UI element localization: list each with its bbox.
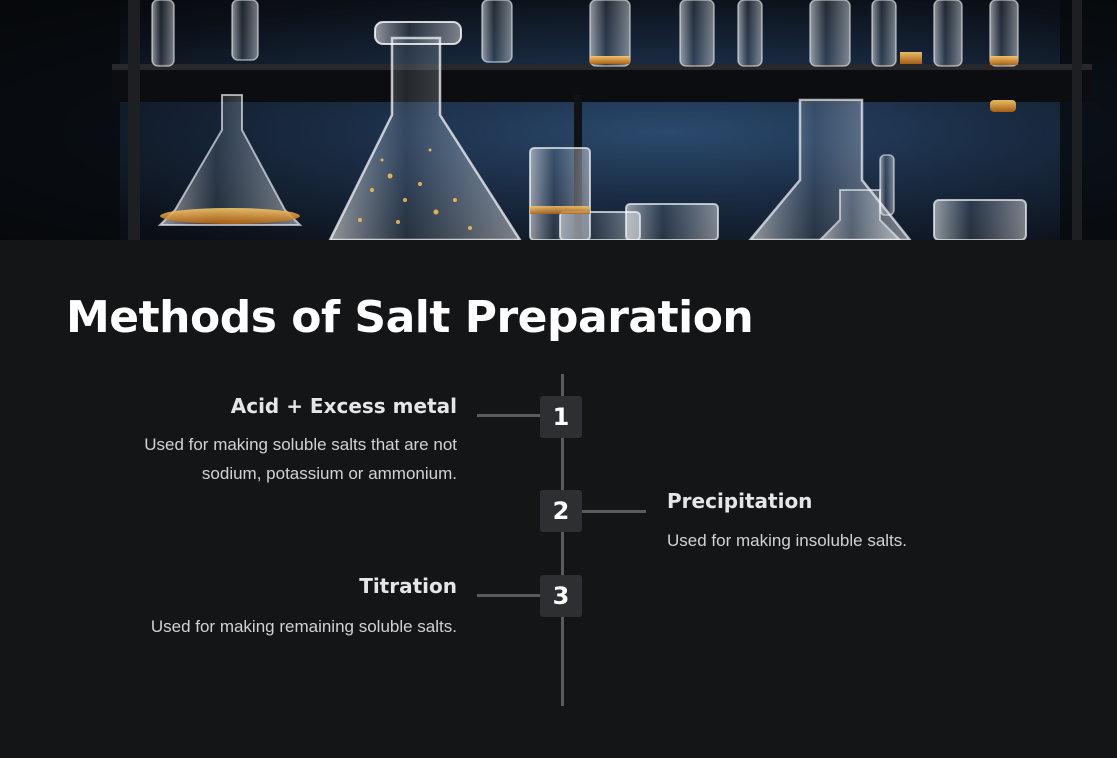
step-description: Used for making insoluble salts. [667,531,908,550]
step-number-badge: 2 [540,490,582,532]
step-connector [477,414,541,417]
step-connector [582,510,646,513]
step-description: Used for making remaining soluble salts. [150,617,457,636]
step-connector [477,594,541,597]
hero-image [0,0,1117,240]
step-description: Used for making soluble salts that are n… [144,435,457,483]
page-title: Methods of Salt Preparation [66,292,754,343]
step-number-badge: 3 [540,575,582,617]
step-number-badge: 1 [540,396,582,438]
laboratory-glassware-illustration [0,0,1117,240]
step-title: Precipitation [667,489,813,513]
step-title: Acid + Excess metal [230,394,457,418]
step-title: Titration [359,574,457,598]
